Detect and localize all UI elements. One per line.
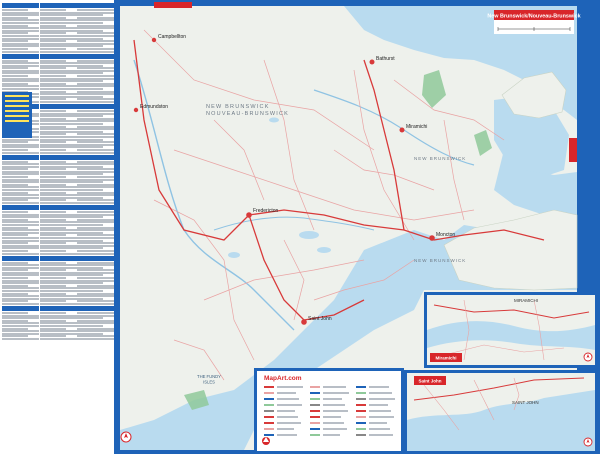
legend-text-line bbox=[277, 416, 298, 418]
legend-swatch bbox=[310, 416, 320, 418]
city-marker-moncton[interactable] bbox=[429, 235, 435, 241]
label-bathurst: Bathurst bbox=[376, 56, 395, 62]
legend-text-line bbox=[323, 410, 348, 412]
legend-swatch bbox=[356, 386, 366, 388]
legend-swatch bbox=[310, 434, 320, 436]
lake-4 bbox=[269, 117, 279, 123]
legend-text-line bbox=[369, 416, 394, 418]
legend-swatch bbox=[356, 422, 366, 424]
legend-text-line bbox=[277, 398, 299, 400]
inset-saint-john-label: SAINT JOHN bbox=[512, 400, 539, 405]
map-title-box: New Brunswick/Nouveau-Brunswick bbox=[487, 10, 581, 34]
legend-swatch bbox=[356, 410, 366, 412]
inset-saint-john-title: Saint John bbox=[418, 379, 441, 384]
legend-text-line bbox=[323, 434, 340, 436]
legend-swatch bbox=[310, 410, 320, 412]
inset-miramichi-compass-icon bbox=[583, 352, 593, 362]
legend-text-line bbox=[369, 386, 389, 388]
top-tab-marker bbox=[154, 2, 192, 8]
map-title: New Brunswick/Nouveau-Brunswick bbox=[487, 14, 580, 20]
inset-miramichi-label: MIRAMICHI bbox=[514, 298, 538, 303]
map-canvas[interactable]: Bathurst Miramichi Moncton Fredericton S… bbox=[114, 0, 600, 454]
legend-swatch bbox=[356, 434, 366, 436]
legend-text-line bbox=[323, 404, 345, 406]
inset-miramichi[interactable]: MIRAMICHI Miramichi bbox=[424, 292, 598, 368]
compass-icon bbox=[120, 431, 132, 443]
legend-swatch bbox=[356, 428, 366, 430]
place-index-panel bbox=[0, 0, 115, 454]
legend-text-line bbox=[323, 416, 341, 418]
legend-text-line bbox=[323, 428, 347, 430]
legend-text-line bbox=[277, 386, 303, 388]
legend-swatch bbox=[264, 386, 274, 388]
legend-text-line bbox=[323, 386, 346, 388]
legend-swatch bbox=[356, 392, 366, 394]
legend-text-line bbox=[323, 422, 344, 424]
lake-1 bbox=[299, 231, 319, 239]
legend-swatch bbox=[310, 428, 320, 430]
region-label-east: NEW BRUNSWICK bbox=[414, 156, 466, 161]
region-label-south: NEW BRUNSWICK bbox=[414, 258, 466, 263]
legend-text-line bbox=[369, 434, 393, 436]
legend-text-line bbox=[369, 410, 391, 412]
label-moncton: Moncton bbox=[436, 232, 455, 238]
legend-swatch bbox=[264, 422, 274, 424]
inset-saint-john-compass-icon bbox=[583, 437, 593, 447]
inset-saint-john[interactable]: SAINT JOHN Saint John bbox=[404, 370, 598, 454]
legend-text-line bbox=[369, 398, 395, 400]
legend-text-line bbox=[369, 428, 390, 430]
label-campbellton: Campbellton bbox=[158, 34, 186, 40]
legend-swatch bbox=[356, 404, 366, 406]
mapart-logo-icon bbox=[262, 437, 270, 445]
legend-swatch bbox=[264, 416, 274, 418]
legend-text-line bbox=[369, 422, 387, 424]
lake-3 bbox=[228, 252, 240, 258]
legend-text-line bbox=[277, 422, 301, 424]
edge-tab-marker bbox=[569, 138, 577, 162]
city-marker-edmundston[interactable] bbox=[133, 107, 139, 113]
legend-swatch bbox=[310, 404, 320, 406]
legend-text-line bbox=[323, 398, 342, 400]
legend-text-line bbox=[369, 392, 392, 394]
lake-2 bbox=[317, 247, 331, 253]
city-marker-saint-john[interactable] bbox=[301, 319, 307, 325]
legend-swatch bbox=[356, 416, 366, 418]
legend-swatch bbox=[264, 392, 274, 394]
city-marker-bathurst[interactable] bbox=[369, 59, 375, 65]
legend-text-line bbox=[277, 410, 295, 412]
label-miramichi: Miramichi bbox=[406, 124, 427, 130]
legend-swatch bbox=[264, 404, 274, 406]
legend-text-line bbox=[323, 392, 349, 394]
legend-swatch bbox=[264, 428, 274, 430]
index-column-3 bbox=[77, 2, 114, 341]
legend-swatch bbox=[264, 434, 274, 436]
city-marker-campbellton[interactable] bbox=[151, 37, 157, 43]
index-column-2 bbox=[40, 2, 77, 341]
legend-box: MapArt.com bbox=[254, 368, 404, 454]
legend-swatch bbox=[310, 398, 320, 400]
inset-miramichi-title: Miramichi bbox=[435, 356, 456, 361]
legend-swatch bbox=[356, 398, 366, 400]
legend-text-line bbox=[277, 434, 297, 436]
legend-swatch bbox=[310, 422, 320, 424]
legend-swatch bbox=[264, 410, 274, 412]
legend-swatch bbox=[264, 398, 274, 400]
label-saint-john: Saint John bbox=[308, 316, 332, 322]
map-frame: Bathurst Miramichi Moncton Fredericton S… bbox=[114, 0, 600, 454]
legend-text-line bbox=[277, 404, 302, 406]
index-column-1 bbox=[2, 2, 39, 341]
legend-swatch bbox=[310, 392, 320, 394]
legend-text-line bbox=[369, 404, 388, 406]
legend-text-line bbox=[277, 428, 294, 430]
city-marker-miramichi[interactable] bbox=[399, 127, 405, 133]
legend-rows bbox=[264, 386, 395, 436]
legend-text-line bbox=[277, 392, 296, 394]
legend-swatch bbox=[310, 386, 320, 388]
legend-brand: MapArt.com bbox=[264, 375, 302, 382]
index-promo-box bbox=[2, 92, 32, 138]
city-marker-fredericton[interactable] bbox=[246, 212, 252, 218]
label-fredericton: Fredericton bbox=[253, 208, 279, 214]
label-edmundston: Edmundston bbox=[140, 104, 168, 110]
